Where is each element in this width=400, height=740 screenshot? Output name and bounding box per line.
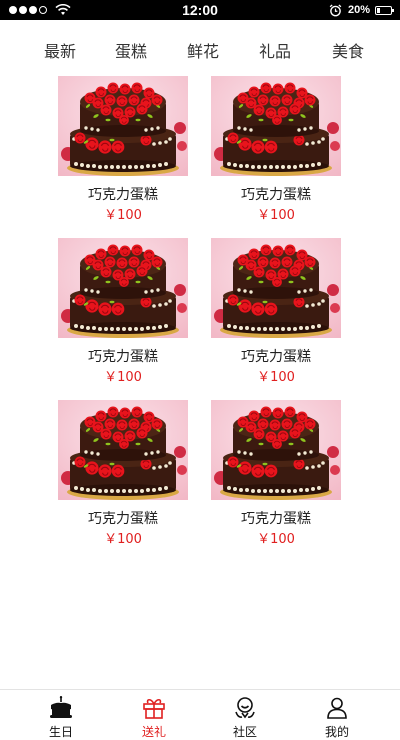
product-name: 巧克力蛋糕 [241,187,311,203]
product-name: 巧克力蛋糕 [241,349,311,365]
product-price: ￥100 [104,532,142,547]
product-image [58,400,188,500]
tab-community[interactable]: 社区 [195,690,295,740]
category-tab-gifts[interactable]: 礼品 [245,38,305,62]
product-name: 巧克力蛋糕 [88,511,158,527]
bottom-tab-bar: 生日 送礼 社区 我的 [0,689,400,740]
alarm-icon [329,3,342,16]
product-card[interactable]: 巧克力蛋糕 ￥100 [58,400,188,550]
tab-label: 生日 [48,725,73,739]
tab-label: 我的 [324,725,349,739]
battery-percent: 20% [347,4,370,16]
user-icon [327,697,347,719]
product-name: 巧克力蛋糕 [88,349,158,365]
tab-birthday[interactable]: 生日 [11,690,111,740]
status-right: 20% [329,0,394,20]
product-image [211,76,341,176]
category-tab-food[interactable]: 美食 [318,38,378,62]
tab-mine[interactable]: 我的 [287,690,387,740]
tab-gift[interactable]: 送礼 [104,690,204,740]
category-tab-flowers[interactable]: 鲜花 [173,38,233,62]
product-name: 巧克力蛋糕 [88,187,158,203]
gift-icon [143,698,165,719]
cake-icon [50,696,72,718]
product-card[interactable]: 巧克力蛋糕 ￥100 [211,238,341,388]
product-price: ￥100 [257,208,295,223]
product-card[interactable]: 巧克力蛋糕 ￥100 [58,76,188,226]
category-nav: 最新 蛋糕 鲜花 礼品 美食 [0,20,400,76]
status-bar: 12:00 20% [0,0,400,20]
product-price: ￥100 [257,532,295,547]
tab-label: 社区 [232,725,257,739]
product-image [58,238,188,338]
tab-label: 送礼 [141,725,166,739]
product-price: ￥100 [104,370,142,385]
product-price: ￥100 [104,208,142,223]
product-card[interactable]: 巧克力蛋糕 ￥100 [211,76,341,226]
product-card[interactable]: 巧克力蛋糕 ￥100 [58,238,188,388]
product-image [58,76,188,176]
product-image [211,400,341,500]
product-card[interactable]: 巧克力蛋糕 ￥100 [211,400,341,550]
product-price: ￥100 [257,370,295,385]
product-name: 巧克力蛋糕 [241,511,311,527]
category-tab-latest[interactable]: 最新 [30,38,90,62]
product-image [211,238,341,338]
community-icon [235,697,255,719]
category-tab-cake[interactable]: 蛋糕 [101,38,161,62]
battery-icon [375,5,394,15]
